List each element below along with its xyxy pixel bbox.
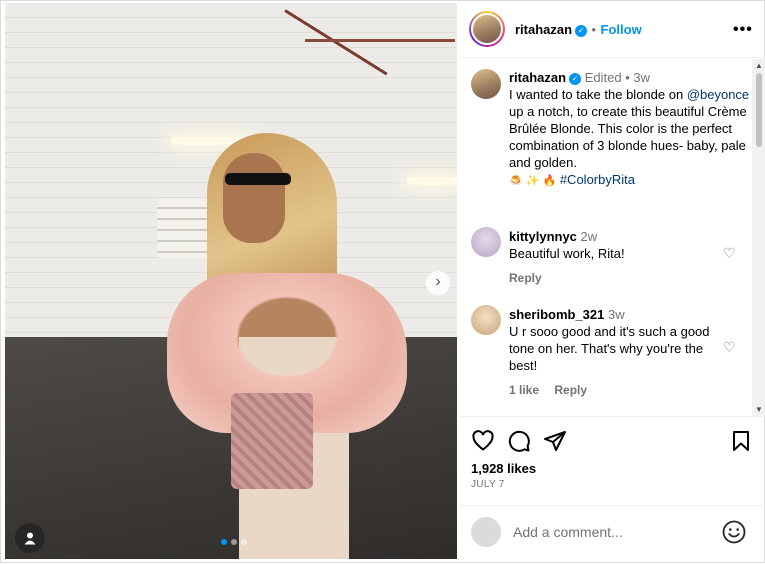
smiley-icon [722,520,746,544]
header-separator: • [591,22,597,37]
more-options-icon[interactable]: ••• [733,21,753,39]
comment-button[interactable] [507,429,531,453]
current-user-avatar [471,517,501,547]
subject-face [223,153,285,243]
commenter-avatar[interactable] [471,305,501,335]
comment-item: kittylynnyc 2w Beautiful work, Rita! Rep… [509,228,724,287]
post-header: ritahazan ✓ • Follow ••• [459,1,765,58]
comment-actions: Reply [509,270,724,287]
post-date[interactable]: JULY 7 [471,479,505,490]
chevron-right-icon: › [435,273,441,290]
scrollbar-thumb[interactable] [756,73,762,147]
bookmark-icon [733,431,749,451]
like-button[interactable] [471,429,495,453]
comment-like-heart-icon[interactable]: ♡ [723,245,736,262]
carousel-dot [221,539,227,545]
caption-age: 3w [633,70,651,85]
comment-text: U r sooo good and it's such a good tone … [509,324,710,373]
subject-sunglasses [225,173,291,185]
carousel-indicator [221,539,247,545]
add-comment-input[interactable] [513,520,713,544]
comment-actions: 1 like Reply [509,382,724,399]
scroll-up-icon[interactable]: ▲ [755,61,763,70]
author-avatar[interactable] [469,11,505,47]
save-button[interactable] [729,429,753,453]
post-caption: ritahazan ✓ Edited • 3w I wanted to take … [509,69,754,190]
edited-label: Edited [584,70,622,85]
scroll-down-icon[interactable]: ▼ [755,405,763,414]
add-comment-bar [459,505,765,563]
header-author-line: ritahazan ✓ • Follow [515,21,642,39]
share-button[interactable] [543,429,567,453]
comment-like-heart-icon[interactable]: ♡ [723,339,736,356]
reply-button[interactable]: Reply [554,383,587,397]
comments-list[interactable]: ▲ ▼ ritahazan ✓ Edited • 3w I wanted to t… [459,59,765,417]
photo-ceiling-beam [305,39,455,42]
comment-likes-count[interactable]: 1 like [509,383,539,397]
comment-username[interactable]: sheribomb_321 [509,307,604,322]
reply-button[interactable]: Reply [509,271,542,285]
subject-handbag [231,393,313,489]
verified-badge-icon: ✓ [575,25,588,37]
verified-badge-icon: ✓ [569,73,582,85]
photo-subject [167,123,417,559]
post-details-panel: ritahazan ✓ • Follow ••• ▲ ▼ ritahazan ✓ E… [459,1,765,564]
carousel-dot [231,539,237,545]
post-dialog: › ritahazan ✓ • Follow ••• ▲ ▼ ritahazan… [0,0,765,563]
carousel-dot [241,539,247,545]
follow-button[interactable]: Follow [601,22,642,37]
comment-item: sheribomb_321 3w U r sooo good and it's … [509,306,724,399]
tagged-users-button[interactable] [15,523,45,553]
likes-count[interactable]: 1,928 likes [471,461,536,476]
heart-icon [472,430,494,451]
emoji-picker-button[interactable] [721,519,747,545]
comment-text: Beautiful work, Rita! [509,246,625,261]
share-icon [544,431,566,451]
caption-author-avatar[interactable] [471,69,501,99]
comment-age: 3w [608,307,625,322]
caption-username[interactable]: ritahazan [509,70,566,85]
post-actions-bar [459,429,765,453]
caption-meta-line: ritahazan ✓ Edited • 3w [509,69,754,86]
caption-text-start: I wanted to take the blonde on [509,87,687,102]
caption-separator: • [625,70,630,85]
caption-emojis: 🍮 ✨ 🔥 [509,175,557,187]
post-photo[interactable]: › [5,3,457,559]
comment-age: 2w [580,229,598,244]
user-icon [24,532,36,545]
next-slide-button[interactable]: › [426,271,450,295]
mention-link[interactable]: @beyonce [687,87,749,102]
caption-text-end: up a notch, to create this beautiful Crè… [509,104,747,170]
caption-tags-line: 🍮 ✨ 🔥 #ColorbyRita [509,171,754,190]
commenter-avatar[interactable] [471,227,501,257]
caption-text: I wanted to take the blonde on @beyonce … [509,86,754,171]
author-username[interactable]: ritahazan [515,22,572,37]
hashtag-link[interactable]: #ColorbyRita [560,172,635,187]
comment-username[interactable]: kittylynnyc [509,229,577,244]
comment-icon [508,430,530,452]
